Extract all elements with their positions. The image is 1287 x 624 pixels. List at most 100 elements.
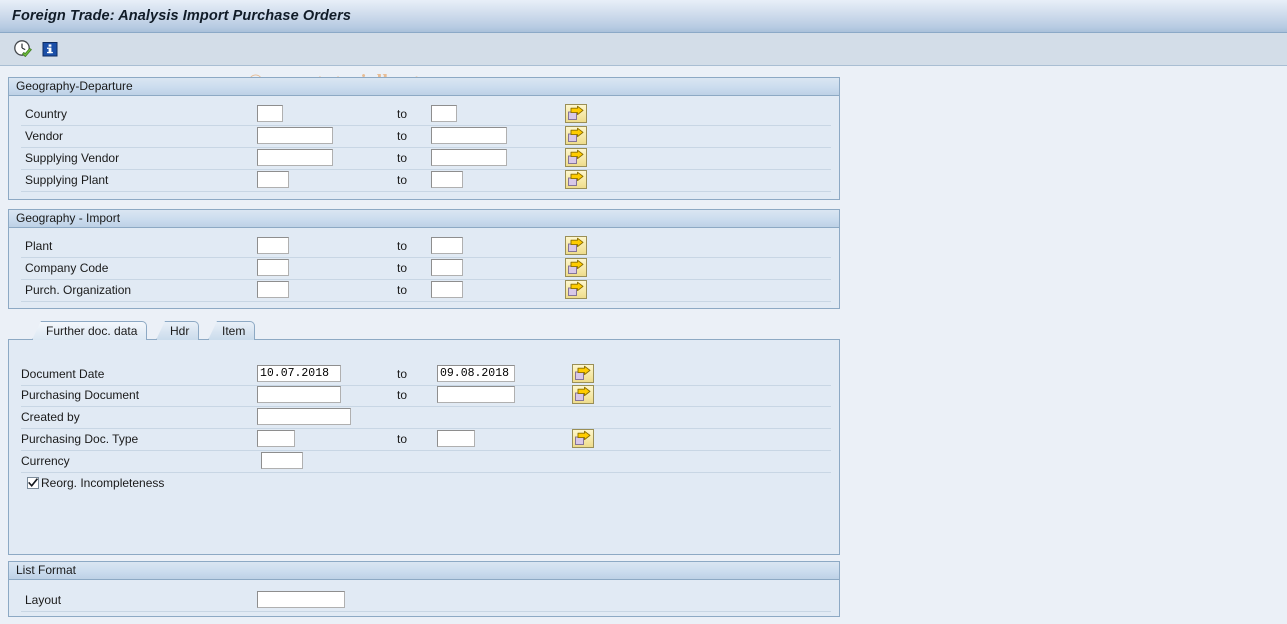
purchasing-document-multiselect-button[interactable] (572, 385, 594, 404)
field-row-document-date: Document Date to (9, 364, 839, 386)
to-label-purch-organization: to (397, 283, 408, 297)
field-row-purch-organization: Purch. Organization to (9, 280, 839, 302)
further-doc-data-panel: Document Date to Purchasing Document to … (8, 339, 840, 555)
company-code-to-input[interactable] (431, 259, 463, 276)
tab-item-label: Item (222, 324, 246, 338)
geography-departure-group-body: Country to Vendor to Supplying Vendor to… (9, 96, 839, 198)
purchasing-document-to-input[interactable] (437, 386, 515, 403)
label-purchasing-doc-type: Purchasing Doc. Type (21, 432, 139, 446)
label-country: Country (25, 107, 68, 121)
field-row-plant: Plant to (9, 236, 839, 258)
label-supplying-vendor: Supplying Vendor (25, 151, 120, 165)
field-row-company-code: Company Code to (9, 258, 839, 280)
label-vendor: Vendor (25, 129, 64, 143)
page-title: Foreign Trade: Analysis Import Purchase … (12, 8, 352, 24)
label-company-code: Company Code (25, 261, 109, 275)
label-supplying-plant: Supplying Plant (25, 173, 109, 187)
arrow-right-multiselect-icon (568, 237, 584, 252)
country-to-input[interactable] (431, 105, 457, 122)
list-format-group-body: Layout (9, 580, 839, 615)
supplying-vendor-to-input[interactable] (431, 149, 507, 166)
document-date-from-input[interactable] (257, 365, 341, 382)
supplying-vendor-multiselect-button[interactable] (565, 148, 587, 167)
supplying-plant-to-input[interactable] (431, 171, 463, 188)
field-row-created-by: Created by (9, 407, 839, 429)
currency-input[interactable] (261, 452, 303, 469)
arrow-right-multiselect-icon (568, 149, 584, 164)
field-row-currency: Currency (9, 451, 839, 473)
created-by-input[interactable] (257, 408, 351, 425)
arrow-right-multiselect-icon (575, 386, 591, 401)
supplying-plant-from-input[interactable] (257, 171, 289, 188)
tab-hdr-label: Hdr (170, 324, 190, 338)
purchasing-doc-type-from-input[interactable] (257, 430, 295, 447)
vendor-multiselect-button[interactable] (565, 126, 587, 145)
tab-strip: Further doc. data Hdr Item (8, 321, 840, 340)
arrow-right-multiselect-icon (568, 105, 584, 120)
geography-import-group-body: Plant to Company Code to Purch. Organiza… (9, 228, 839, 307)
field-row-purchasing-document: Purchasing Document to (9, 385, 839, 407)
to-label-country: to (397, 107, 408, 121)
country-from-input[interactable] (257, 105, 283, 122)
tab-further-doc-data[interactable]: Further doc. data (32, 321, 148, 340)
tab-hdr[interactable]: Hdr (156, 321, 200, 340)
label-currency: Currency (21, 454, 70, 468)
field-row-vendor: Vendor to (9, 126, 839, 148)
row-divider (21, 611, 831, 612)
layout-input[interactable] (257, 591, 345, 608)
company-code-from-input[interactable] (257, 259, 289, 276)
vendor-to-input[interactable] (431, 127, 507, 144)
reorg-incompleteness-checkbox[interactable] (27, 477, 39, 489)
to-label-purchasing-document: to (397, 388, 408, 402)
document-date-multiselect-button[interactable] (572, 364, 594, 383)
purch-organization-to-input[interactable] (431, 281, 463, 298)
field-row-layout: Layout (9, 590, 839, 612)
reorg-incompleteness-label: Reorg. Incompleteness (41, 476, 165, 490)
info-button[interactable] (40, 39, 60, 59)
to-label-document-date: to (397, 367, 408, 381)
list-format-group-title: List Format (9, 562, 839, 580)
clock-check-icon (14, 40, 32, 57)
row-divider (21, 301, 831, 302)
label-layout: Layout (25, 593, 62, 607)
country-multiselect-button[interactable] (565, 104, 587, 123)
to-label-company-code: to (397, 261, 408, 275)
purchasing-document-from-input[interactable] (257, 386, 341, 403)
field-row-supplying-plant: Supplying Plant to (9, 170, 839, 192)
arrow-right-multiselect-icon (575, 365, 591, 380)
company-code-multiselect-button[interactable] (565, 258, 587, 277)
label-plant: Plant (25, 239, 53, 253)
arrow-right-multiselect-icon (568, 171, 584, 186)
plant-multiselect-button[interactable] (565, 236, 587, 255)
field-row-purchasing-doc-type: Purchasing Doc. Type to (9, 429, 839, 451)
geography-departure-group: Geography-Departure Country to Vendor to (8, 77, 840, 200)
label-created-by: Created by (21, 410, 80, 424)
label-purch-organization: Purch. Organization (25, 283, 132, 297)
arrow-right-multiselect-icon (575, 430, 591, 445)
application-toolbar: © www.tutorialkart.com (0, 33, 1287, 93)
purchasing-doc-type-to-input[interactable] (437, 430, 475, 447)
document-date-to-input[interactable] (437, 365, 515, 382)
to-label-purchasing-doc-type: to (397, 432, 408, 446)
tab-further-doc-data-label: Further doc. data (46, 324, 138, 338)
checkbox-row-reorg-incompleteness: Reorg. Incompleteness (9, 475, 839, 493)
arrow-right-multiselect-icon (568, 281, 584, 296)
execute-button[interactable] (13, 39, 33, 59)
row-divider (21, 191, 831, 192)
supplying-plant-multiselect-button[interactable] (565, 170, 587, 189)
purch-organization-multiselect-button[interactable] (565, 280, 587, 299)
purchasing-doc-type-multiselect-button[interactable] (572, 429, 594, 448)
supplying-vendor-from-input[interactable] (257, 149, 333, 166)
to-label-supplying-vendor: to (397, 151, 408, 165)
plant-from-input[interactable] (257, 237, 289, 254)
vendor-from-input[interactable] (257, 127, 333, 144)
to-label-plant: to (397, 239, 408, 253)
field-row-supplying-vendor: Supplying Vendor to (9, 148, 839, 170)
tab-item[interactable]: Item (208, 321, 256, 340)
information-icon (42, 42, 58, 57)
plant-to-input[interactable] (431, 237, 463, 254)
arrow-right-multiselect-icon (568, 259, 584, 274)
to-label-supplying-plant: to (397, 173, 408, 187)
purch-organization-from-input[interactable] (257, 281, 289, 298)
geography-departure-group-title: Geography-Departure (9, 78, 839, 96)
